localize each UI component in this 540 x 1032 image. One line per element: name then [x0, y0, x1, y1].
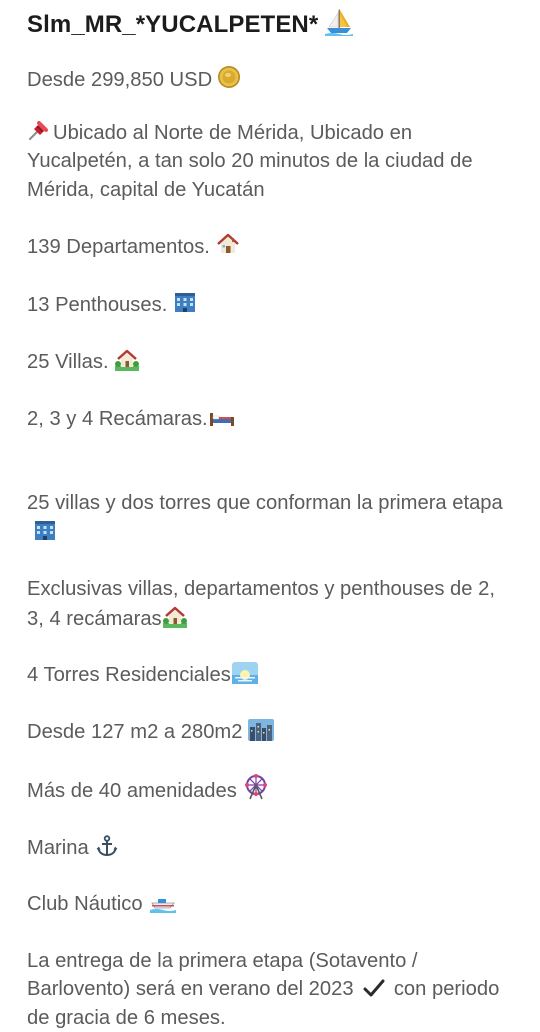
office-building-icon: [33, 518, 57, 542]
cityscape-icon: [248, 718, 275, 741]
ferris-wheel-icon: [243, 774, 269, 800]
office-building-icon: [173, 290, 197, 314]
delivery-paragraph: La entrega de la primera etapa (Sotavent…: [27, 949, 500, 1029]
check-mark-icon: [363, 978, 385, 998]
first-stage-paragraph: 25 villas y dos torres que conforman la …: [27, 489, 514, 547]
apartments-line: 139 Departamentos.: [27, 232, 514, 262]
post-title-row: Slm_MR_*YUCALPETEN*: [27, 0, 514, 40]
area-range-line: Desde 127 m2 a 280m2: [27, 718, 514, 747]
sunrise-icon: [231, 662, 258, 684]
location-paragraph: Ubicado al Norte de Mérida, Ubicado en Y…: [27, 118, 514, 205]
marina-line: Marina: [27, 834, 514, 863]
house-with-garden-icon: [162, 604, 187, 628]
towers-line: 4 Torres Residenciales: [27, 661, 514, 690]
message-body: Slm_MR_*YUCALPETEN* Desde 299,850 USD Ub…: [0, 0, 540, 1032]
sailboat-icon: [324, 8, 354, 36]
amenities-line: Más de 40 amenidades: [27, 774, 514, 806]
price-line: Desde 299,850 USD: [27, 65, 514, 95]
anchor-icon: [96, 834, 118, 857]
penthouses-line: 13 Penthouses.: [27, 290, 514, 320]
pushpin-icon: [27, 118, 51, 142]
villas-line: 25 Villas.: [27, 347, 514, 377]
post-title: Slm_MR_*YUCALPETEN*: [27, 11, 319, 38]
coin-icon: [217, 65, 241, 89]
house-icon: [216, 232, 240, 256]
exclusive-villas-paragraph: Exclusivas villas, departamentos y penth…: [27, 578, 495, 630]
speedboat-icon: [149, 893, 177, 913]
bedrooms-line: 2, 3 y 4 Recámaras.: [27, 405, 514, 434]
bed-icon: [209, 408, 235, 428]
nautical-club-line: Club Náutico: [27, 890, 514, 919]
house-with-garden-icon: [114, 347, 139, 371]
